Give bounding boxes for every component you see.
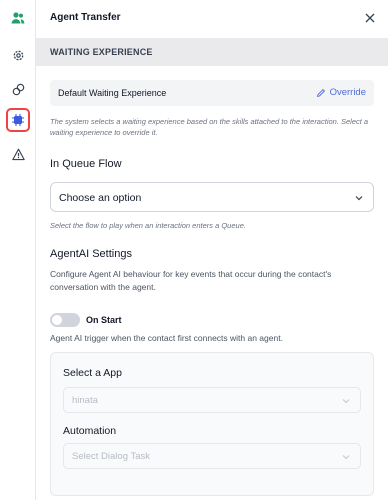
in-queue-flow-heading: In Queue Flow xyxy=(50,158,122,170)
waiting-experience-value: Default Waiting Experience xyxy=(58,88,167,98)
section-header-waiting-experience: WAITING EXPERIENCE xyxy=(36,38,388,66)
bot-icon[interactable] xyxy=(6,108,30,132)
automation-label: Automation xyxy=(63,425,117,437)
select-app-value: hinata xyxy=(72,395,98,406)
app-automation-card: Select a App hinata Automation Select Di… xyxy=(50,352,374,496)
section-title: WAITING EXPERIENCE xyxy=(50,47,153,57)
warning-icon[interactable] xyxy=(8,144,28,164)
toggle-knob xyxy=(52,315,62,325)
users-icon[interactable] xyxy=(8,8,28,28)
close-icon[interactable] xyxy=(364,12,376,24)
agentai-settings-description: Configure Agent AI behaviour for key eve… xyxy=(50,269,332,292)
pencil-icon xyxy=(316,88,325,97)
on-start-toggle[interactable] xyxy=(50,313,80,327)
waiting-experience-box: Default Waiting Experience Override xyxy=(50,80,374,106)
agent-transfer-panel: Agent Transfer WAITING EXPERIENCE Defaul… xyxy=(36,0,388,500)
chevron-down-icon xyxy=(342,399,350,404)
on-start-note: Agent AI trigger when the contact first … xyxy=(50,333,283,343)
on-start-label: On Start xyxy=(86,315,122,325)
automation-dropdown[interactable]: Select Dialog Task xyxy=(63,443,361,469)
panel-content: Default Waiting Experience Override The … xyxy=(50,66,374,500)
select-app-label: Select a App xyxy=(63,367,122,379)
override-button[interactable]: Override xyxy=(316,87,366,98)
transfer-icon[interactable] xyxy=(8,79,28,99)
settings-icon[interactable] xyxy=(8,45,28,65)
in-queue-flow-placeholder: Choose an option xyxy=(59,192,142,204)
panel-header: Agent Transfer xyxy=(36,0,388,36)
on-start-row: On Start xyxy=(50,312,122,328)
waiting-experience-note: The system selects a waiting experience … xyxy=(50,117,369,137)
panel-title: Agent Transfer xyxy=(50,12,121,23)
override-label: Override xyxy=(329,87,366,98)
select-app-dropdown[interactable]: hinata xyxy=(63,387,361,413)
agentai-settings-heading: AgentAI Settings xyxy=(50,248,132,260)
chevron-down-icon xyxy=(355,196,363,201)
chevron-down-icon xyxy=(342,455,350,460)
left-rail xyxy=(0,0,36,500)
in-queue-flow-select[interactable]: Choose an option xyxy=(50,182,374,212)
automation-placeholder: Select Dialog Task xyxy=(72,451,150,462)
in-queue-flow-note: Select the flow to play when an interact… xyxy=(50,221,246,230)
